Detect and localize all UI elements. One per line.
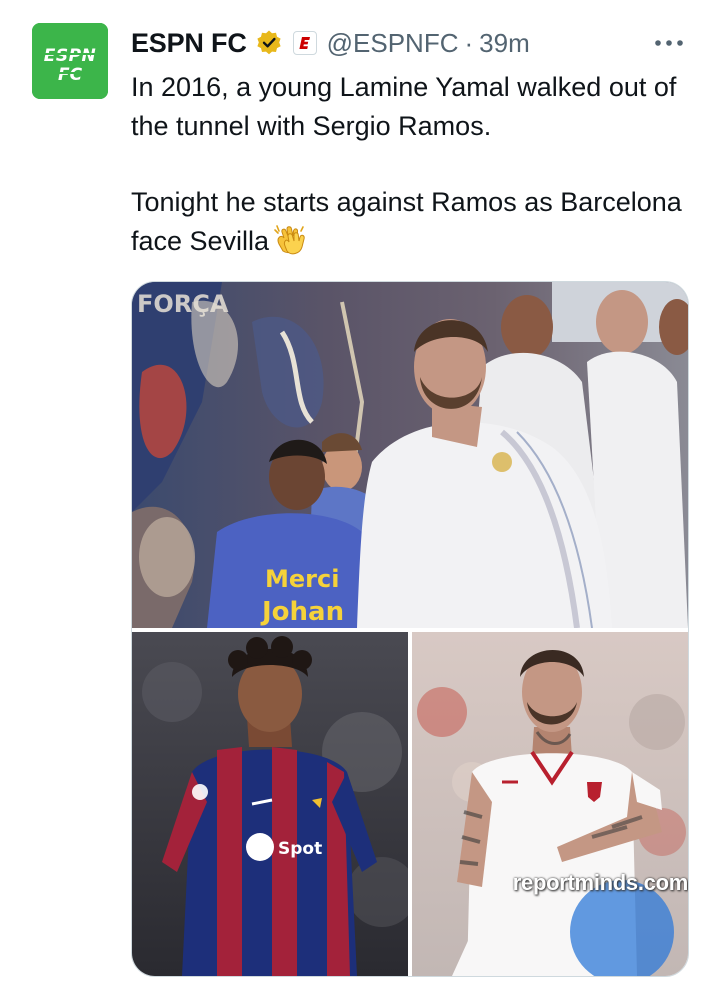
timestamp[interactable]: 39m [479,28,530,59]
more-icon[interactable] [654,28,684,58]
svg-text:ESPN: ESPN [44,46,97,66]
photo-ramos[interactable]: reportminds.com [412,632,688,976]
watermark-text: reportminds.com [512,870,688,895]
photo-lamine[interactable]: Spot [132,632,408,976]
tweet-text-line2-content: Tonight he starts against Ramos as Barce… [131,187,682,256]
espn-affiliate-icon[interactable] [292,31,317,55]
separator-dot: · [464,27,474,58]
tweet-text: In 2016, a young Lamine Yamal walked out… [131,68,691,266]
tweet[interactable]: ESPN FC ESPN FC @ESPNFC · 39m In 2016, a… [0,0,720,985]
tweet-text-line2: Tonight he starts against Ramos as Barce… [131,183,691,266]
handle[interactable]: @ESPNFC [327,28,459,59]
svg-text:FORÇA: FORÇA [137,290,229,318]
tweet-text-line1: In 2016, a young Lamine Yamal walked out… [131,72,677,141]
media-grid[interactable]: FORÇA Merci Johan Spot reportminds.com [131,281,689,977]
svg-text:FC: FC [58,65,83,85]
sponsor-text: Spot [278,839,322,859]
photo-tunnel[interactable]: FORÇA Merci Johan [132,282,688,628]
avatar[interactable]: ESPN FC [32,23,108,99]
shirt-text-johan: Johan [260,597,344,627]
display-name[interactable]: ESPN FC [131,28,247,59]
clapping-hands-emoji [273,224,307,267]
tweet-header: ESPN FC @ESPNFC · 39m [131,24,530,62]
shirt-text-merci: Merci [265,565,339,593]
verified-badge-icon[interactable] [255,29,283,57]
